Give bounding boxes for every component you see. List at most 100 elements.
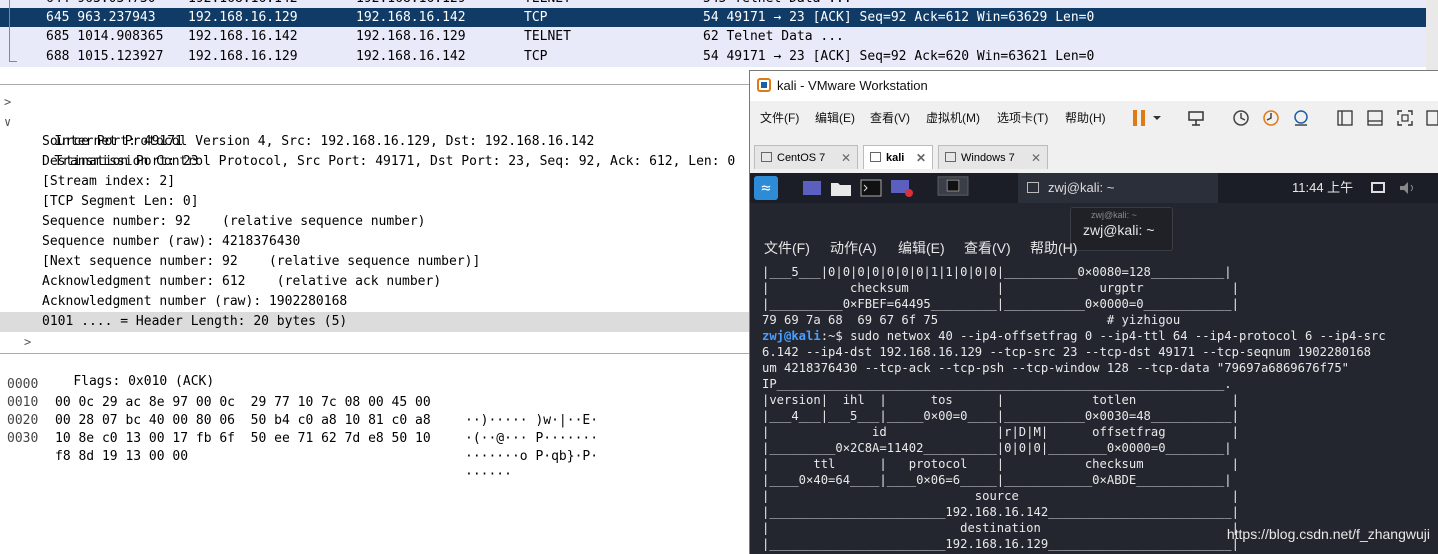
packet-info: 62 Telnet Data ...	[703, 29, 844, 44]
tree-field[interactable]: [Next sequence number: 92 (relative sequ…	[0, 252, 480, 272]
packet-list-scrollbar[interactable]	[1426, 0, 1438, 70]
chevron-right-icon[interactable]: >	[24, 332, 31, 352]
menu-vm[interactable]: 虚拟机(M)	[926, 101, 980, 135]
fullscreen-icon[interactable]	[1396, 109, 1414, 127]
vm-icon	[870, 152, 881, 162]
hex-ascii: ··)····· )w·|··E·	[465, 413, 599, 428]
close-icon[interactable]: ✕	[916, 146, 926, 170]
active-window-button[interactable]: zwj@kali: ~	[1018, 173, 1218, 203]
menu-view[interactable]: 查看(V)	[870, 101, 910, 135]
tree-field[interactable]: Source Port: 49171	[0, 132, 183, 152]
tab-label: kali	[886, 152, 905, 164]
terminal-line: |__________0×FBEF=64495_________|_______…	[762, 297, 1239, 311]
packet-details-pane[interactable]: > Internet Protocol Version 4, Src: 192.…	[0, 92, 760, 389]
hex-ascii: ······	[465, 467, 512, 482]
terminal-line: |___5___|0|0|0|0|0|0|0|1|1|0|0|0|_______…	[762, 265, 1232, 279]
terminal-line: | ttl | protocol | checksum |	[762, 457, 1239, 471]
packet-source: 192.168.16.129	[188, 10, 298, 25]
tooltip-shadow-text: zwj@kali: ~	[1091, 210, 1137, 220]
tab-kali[interactable]: kali ✕	[863, 145, 933, 169]
guest-screen[interactable]: ≈ zwj@kali: ~ 11:44 上午 zwj@kali: ~ zwj@k…	[750, 173, 1438, 554]
prompt-path: :~$	[820, 329, 851, 343]
tree-field[interactable]: Destination Port: 23	[0, 152, 199, 172]
pane-divider[interactable]	[0, 353, 760, 354]
term-menu-help[interactable]: 帮助(H)	[1030, 235, 1077, 261]
hex-ascii: ·······o P·qb}·P·	[465, 449, 599, 464]
field-text: [Stream index: 2]	[42, 174, 176, 189]
volume-icon[interactable]	[1398, 178, 1416, 198]
thumbnail-bar-icon[interactable]	[1366, 109, 1384, 127]
menu-tabs[interactable]: 选项卡(T)	[997, 101, 1048, 135]
tree-item-tcp[interactable]: ∨ Transmission Control Protocol, Src Por…	[0, 112, 735, 169]
vm-icon	[761, 152, 772, 162]
chevron-right-icon[interactable]: >	[4, 92, 11, 112]
conversation-bracket-end	[9, 61, 17, 62]
chevron-down-icon[interactable]	[1152, 109, 1162, 127]
tree-field[interactable]: [TCP Segment Len: 0]	[0, 192, 199, 212]
tree-item-ip[interactable]: > Internet Protocol Version 4, Src: 192.…	[0, 92, 594, 149]
close-icon[interactable]: ✕	[1031, 146, 1041, 170]
packet-no-time: 645 963.237943	[46, 10, 156, 25]
terminal-line: um 4218376430 --tcp-ack --tcp-psh --tcp-…	[762, 361, 1349, 375]
menu-edit[interactable]: 编辑(E)	[815, 101, 855, 135]
packet-row[interactable]: 688 1015.123927 192.168.16.129 192.168.1…	[0, 47, 1438, 67]
chevron-down-icon[interactable]: ∨	[4, 112, 11, 132]
vm-icon	[945, 152, 956, 162]
tab-centos[interactable]: CentOS 7 ✕	[754, 145, 858, 169]
terminal-menubar: 文件(F) 动作(A) 编辑(E) 查看(V) 帮助(H)	[750, 235, 1438, 261]
kali-menu-icon[interactable]: ≈	[754, 176, 778, 200]
packet-bytes-pane[interactable]: 0000 00 0c 29 ac 8e 97 00 0c 29 77 10 7c…	[0, 358, 760, 553]
packet-destination: 192.168.16.142	[356, 49, 466, 64]
terminal-output[interactable]: |___5___|0|0|0|0|0|0|0|1|1|0|0|0|_______…	[762, 264, 1438, 554]
vmware-titlebar[interactable]: kali - VMware Workstation	[750, 71, 1438, 101]
terminal-line: 79 69 7a 68 69 67 6f 75 # yizhigou	[762, 313, 1181, 327]
tree-field-flags[interactable]: > Flags: 0x010 (ACK)	[0, 332, 214, 389]
field-text: [Next sequence number: 92 (relative sequ…	[42, 254, 481, 269]
watermark-text: https://blog.csdn.net/f_zhangwuji	[1226, 526, 1430, 542]
terminal-line: | source |	[762, 489, 1239, 503]
packet-destination: 192.168.16.129	[356, 29, 466, 44]
term-menu-file[interactable]: 文件(F)	[764, 235, 810, 261]
hex-bytes: 00 0c 29 ac 8e 97 00 0c 29 77 10 7c 08 0…	[55, 395, 431, 410]
packet-row-selected[interactable]: 645 963.237943 192.168.16.129 192.168.16…	[0, 8, 1438, 28]
tree-field[interactable]: Acknowledgment number (raw): 1902280168	[0, 292, 347, 312]
terminal-line: 6.142 --ip4-dst 192.168.16.129 --tcp-src…	[762, 345, 1372, 359]
tree-field[interactable]: Sequence number: 92 (relative sequence n…	[0, 212, 426, 232]
revert-snapshot-icon[interactable]	[1262, 109, 1280, 127]
menu-file[interactable]: 文件(F)	[760, 101, 799, 135]
pause-icon[interactable]	[1130, 109, 1148, 127]
packet-protocol: TELNET	[524, 29, 571, 44]
file-manager-icon[interactable]	[830, 178, 852, 198]
term-menu-view[interactable]: 查看(V)	[964, 235, 1011, 261]
tree-field-highlighted[interactable]: 0101 .... = Header Length: 20 bytes (5)	[0, 312, 760, 332]
tree-field[interactable]: Sequence number (raw): 4218376430	[0, 232, 300, 252]
hex-bytes: f8 8d 19 13 00 00	[55, 449, 189, 464]
vmware-window[interactable]: kali - VMware Workstation 文件(F) 编辑(E) 查看…	[749, 70, 1438, 554]
menu-help[interactable]: 帮助(H)	[1065, 101, 1106, 135]
vmware-logo-icon	[757, 78, 771, 92]
clock[interactable]: 11:44 上午	[1292, 173, 1353, 203]
tab-windows7[interactable]: Windows 7 ✕	[938, 145, 1048, 169]
display-icon[interactable]	[1370, 178, 1386, 198]
terminal-launcher-icon[interactable]	[860, 178, 882, 198]
terminal-line: |___4___|___5___|_____0×00=0____|_______…	[762, 409, 1239, 423]
packet-row[interactable]: 685 1014.908365 192.168.16.142 192.168.1…	[0, 27, 1438, 47]
screen-recorder-icon[interactable]	[890, 178, 914, 198]
terminal-window-icon[interactable]	[934, 176, 972, 196]
snapshot-icon[interactable]	[1232, 109, 1250, 127]
term-menu-actions[interactable]: 动作(A)	[830, 235, 877, 261]
snapshot-manager-icon[interactable]	[1292, 109, 1310, 127]
packet-list[interactable]: 644 963.034730 192.168.16.142 192.168.16…	[0, 0, 1438, 70]
packet-info: 54 49171 → 23 [ACK] Seq=92 Ack=620 Win=6…	[703, 49, 1095, 64]
prompt-user: zwj@kali	[762, 329, 821, 343]
show-desktop-icon[interactable]	[802, 178, 822, 198]
unity-icon[interactable]	[1426, 109, 1438, 127]
packet-source: 192.168.16.129	[188, 49, 298, 64]
close-icon[interactable]: ✕	[841, 146, 851, 170]
tree-field[interactable]: [Stream index: 2]	[0, 172, 175, 192]
send-keys-icon[interactable]	[1187, 109, 1205, 127]
field-text: Acknowledgment number (raw): 1902280168	[42, 294, 348, 309]
sidebar-toggle-icon[interactable]	[1336, 109, 1354, 127]
tree-field[interactable]: Acknowledgment number: 612 (relative ack…	[0, 272, 441, 292]
term-menu-edit[interactable]: 编辑(E)	[898, 235, 945, 261]
